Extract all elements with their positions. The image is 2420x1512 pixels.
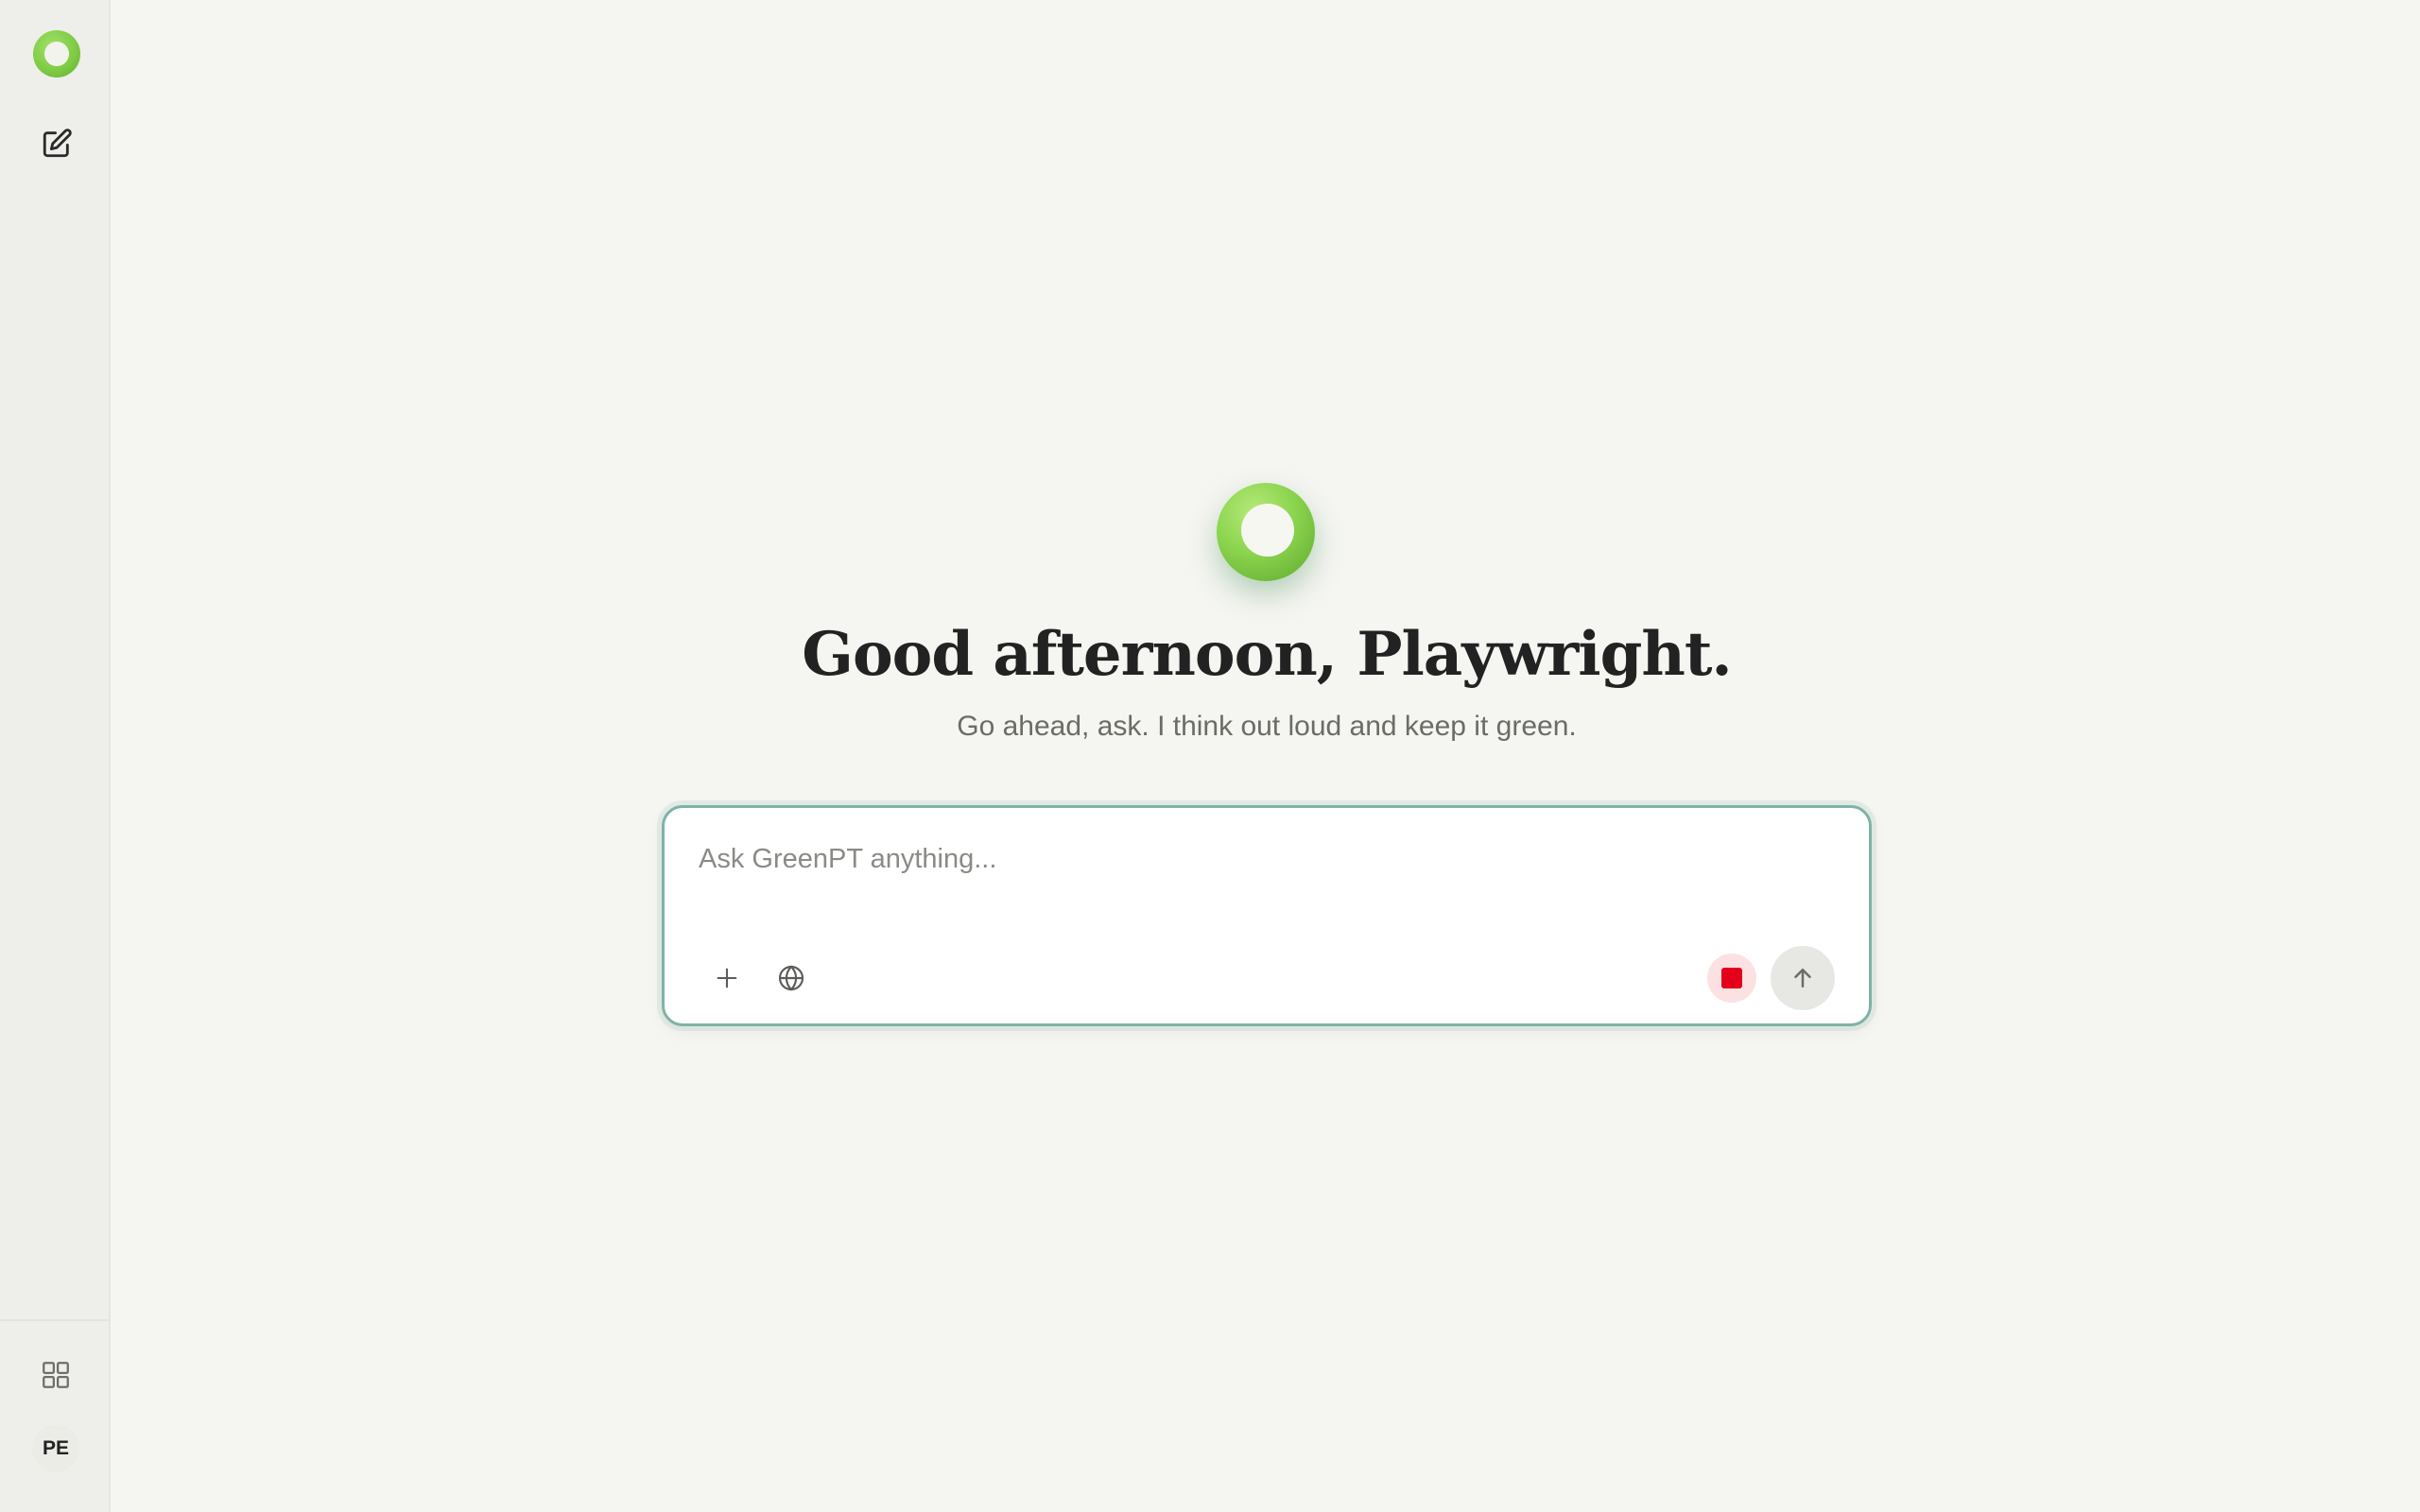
add-attachment-button[interactable] <box>706 957 748 999</box>
chat-composer <box>662 805 1872 1026</box>
stop-square-icon <box>1721 968 1742 988</box>
sidebar-divider <box>0 1319 111 1321</box>
globe-icon <box>778 965 804 991</box>
stop-recording-button[interactable] <box>1707 954 1756 1003</box>
hero-logo-ring-hole <box>1241 504 1294 557</box>
user-avatar[interactable]: PE <box>32 1425 79 1472</box>
greenpt-hero-logo-icon <box>1217 483 1315 581</box>
plus-icon <box>717 968 737 988</box>
greeting-heading: Good afternoon, Playwright. <box>802 619 1732 690</box>
chat-input[interactable] <box>697 834 1740 884</box>
greenpt-logo-icon[interactable] <box>33 30 80 77</box>
edit-pencil-square-icon <box>43 129 72 158</box>
app-window: PE Good afternoon, Playwright. Go ahead,… <box>0 0 2420 1512</box>
new-chat-button[interactable] <box>34 121 79 166</box>
apps-button[interactable] <box>32 1351 79 1399</box>
logo-ring-hole <box>44 42 69 66</box>
send-button[interactable] <box>1771 946 1835 1010</box>
sidebar: PE <box>0 0 111 1512</box>
grid-apps-icon <box>43 1362 69 1388</box>
greeting-subtitle: Go ahead, ask. I think out loud and keep… <box>957 711 1577 742</box>
arrow-up-icon <box>1794 969 1811 988</box>
web-search-button[interactable] <box>770 957 812 999</box>
